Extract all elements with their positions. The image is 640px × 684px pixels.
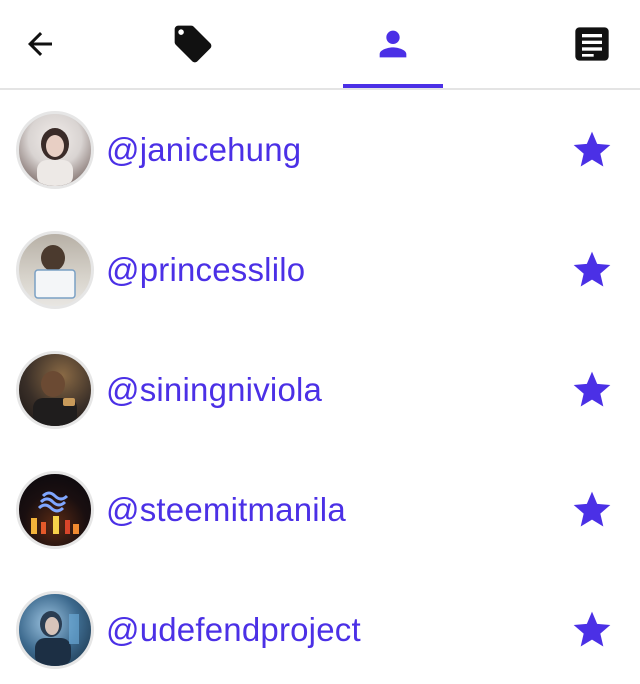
username[interactable]: @udefendproject — [106, 611, 640, 649]
star-icon — [573, 371, 611, 407]
star-icon — [573, 251, 611, 287]
tab-tags[interactable] — [143, 0, 243, 88]
favorite-button[interactable] — [570, 488, 614, 532]
avatar[interactable] — [16, 351, 94, 429]
avatar[interactable] — [16, 471, 94, 549]
favorite-button[interactable] — [570, 248, 614, 292]
user-list: @janicehung @princesslilo @siningniviola… — [0, 90, 640, 684]
favorite-button[interactable] — [570, 368, 614, 412]
avatar[interactable] — [16, 231, 94, 309]
user-icon — [379, 30, 407, 58]
active-tab-indicator — [343, 84, 443, 88]
star-icon — [573, 491, 611, 527]
list-item[interactable]: @siningniviola — [0, 330, 640, 450]
list-item[interactable]: @princesslilo — [0, 210, 640, 330]
star-icon — [573, 611, 611, 647]
arrow-left-icon — [28, 32, 52, 56]
top-navigation-bar — [0, 0, 640, 90]
tab-users[interactable] — [343, 0, 443, 88]
username[interactable]: @steemitmanila — [106, 491, 640, 529]
list-item[interactable]: @janicehung — [0, 90, 640, 210]
avatar[interactable] — [16, 591, 94, 669]
favorite-button[interactable] — [570, 128, 614, 172]
favorite-button[interactable] — [570, 608, 614, 652]
list-item[interactable]: @udefendproject — [0, 570, 640, 684]
username[interactable]: @princesslilo — [106, 251, 640, 289]
list-item[interactable]: @steemitmanila — [0, 450, 640, 570]
username[interactable]: @janicehung — [106, 131, 640, 169]
avatar[interactable] — [16, 111, 94, 189]
star-icon — [573, 131, 611, 167]
tab-posts[interactable] — [552, 0, 632, 88]
document-icon — [575, 27, 609, 61]
username[interactable]: @siningniviola — [106, 371, 640, 409]
tag-icon — [174, 25, 212, 63]
back-button[interactable] — [0, 0, 80, 88]
